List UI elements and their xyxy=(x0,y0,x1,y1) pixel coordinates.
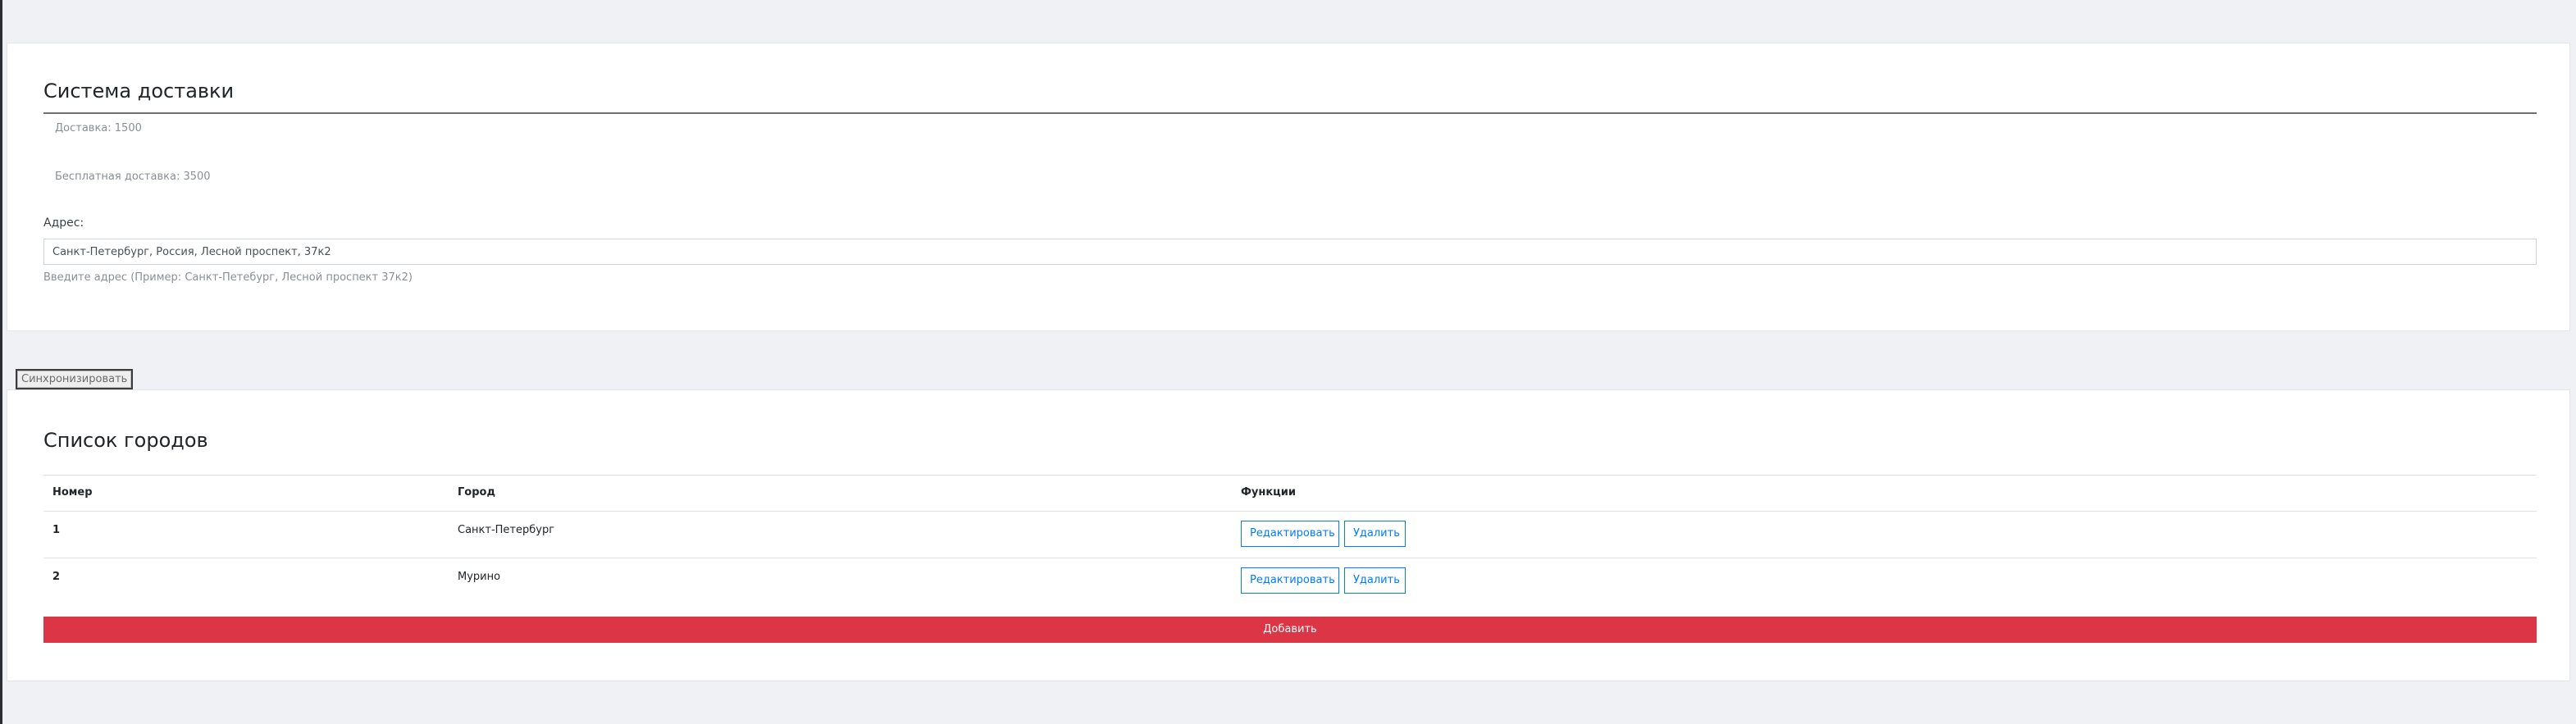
edit-city-1-button[interactable]: Редактировать xyxy=(1241,521,1339,547)
title-divider xyxy=(43,112,2537,114)
table-row-1-number: 1 xyxy=(52,524,61,536)
table-row-1-city: Санкт-Петербург xyxy=(458,524,555,536)
column-header-number: Номер xyxy=(52,486,93,499)
table-row-2-city: Мурино xyxy=(458,571,501,583)
table-row-divider xyxy=(43,511,2537,512)
table-row-2-number: 2 xyxy=(52,571,61,583)
window-left-edge xyxy=(0,0,2,724)
column-header-city: Город xyxy=(458,486,495,499)
delivery-cost-text: Доставка: 1500 xyxy=(55,122,142,134)
column-header-functions: Функции xyxy=(1241,486,1297,499)
free-delivery-text: Бесплатная доставка: 3500 xyxy=(55,171,211,183)
delete-city-2-button[interactable]: Удалить xyxy=(1344,567,1406,594)
sync-button[interactable]: Синхронизировать xyxy=(16,369,134,389)
cities-list-card: Список городов Номер Город Функции 1 Сан… xyxy=(7,389,2570,681)
table-top-divider xyxy=(43,475,2537,476)
address-input[interactable] xyxy=(43,239,2537,265)
delete-city-1-button[interactable]: Удалить xyxy=(1344,521,1406,547)
cities-title: Список городов xyxy=(43,429,208,452)
edit-city-2-button[interactable]: Редактировать xyxy=(1241,567,1339,594)
address-label: Адрес: xyxy=(43,216,84,230)
delivery-settings-card: Система доставки Доставка: 1500 Бесплатн… xyxy=(7,43,2570,331)
delivery-title: Система доставки xyxy=(43,80,235,102)
add-city-button[interactable]: Добавить xyxy=(43,617,2537,643)
address-hint: Введите адрес (Пример: Санкт-Петебург, Л… xyxy=(43,271,413,284)
